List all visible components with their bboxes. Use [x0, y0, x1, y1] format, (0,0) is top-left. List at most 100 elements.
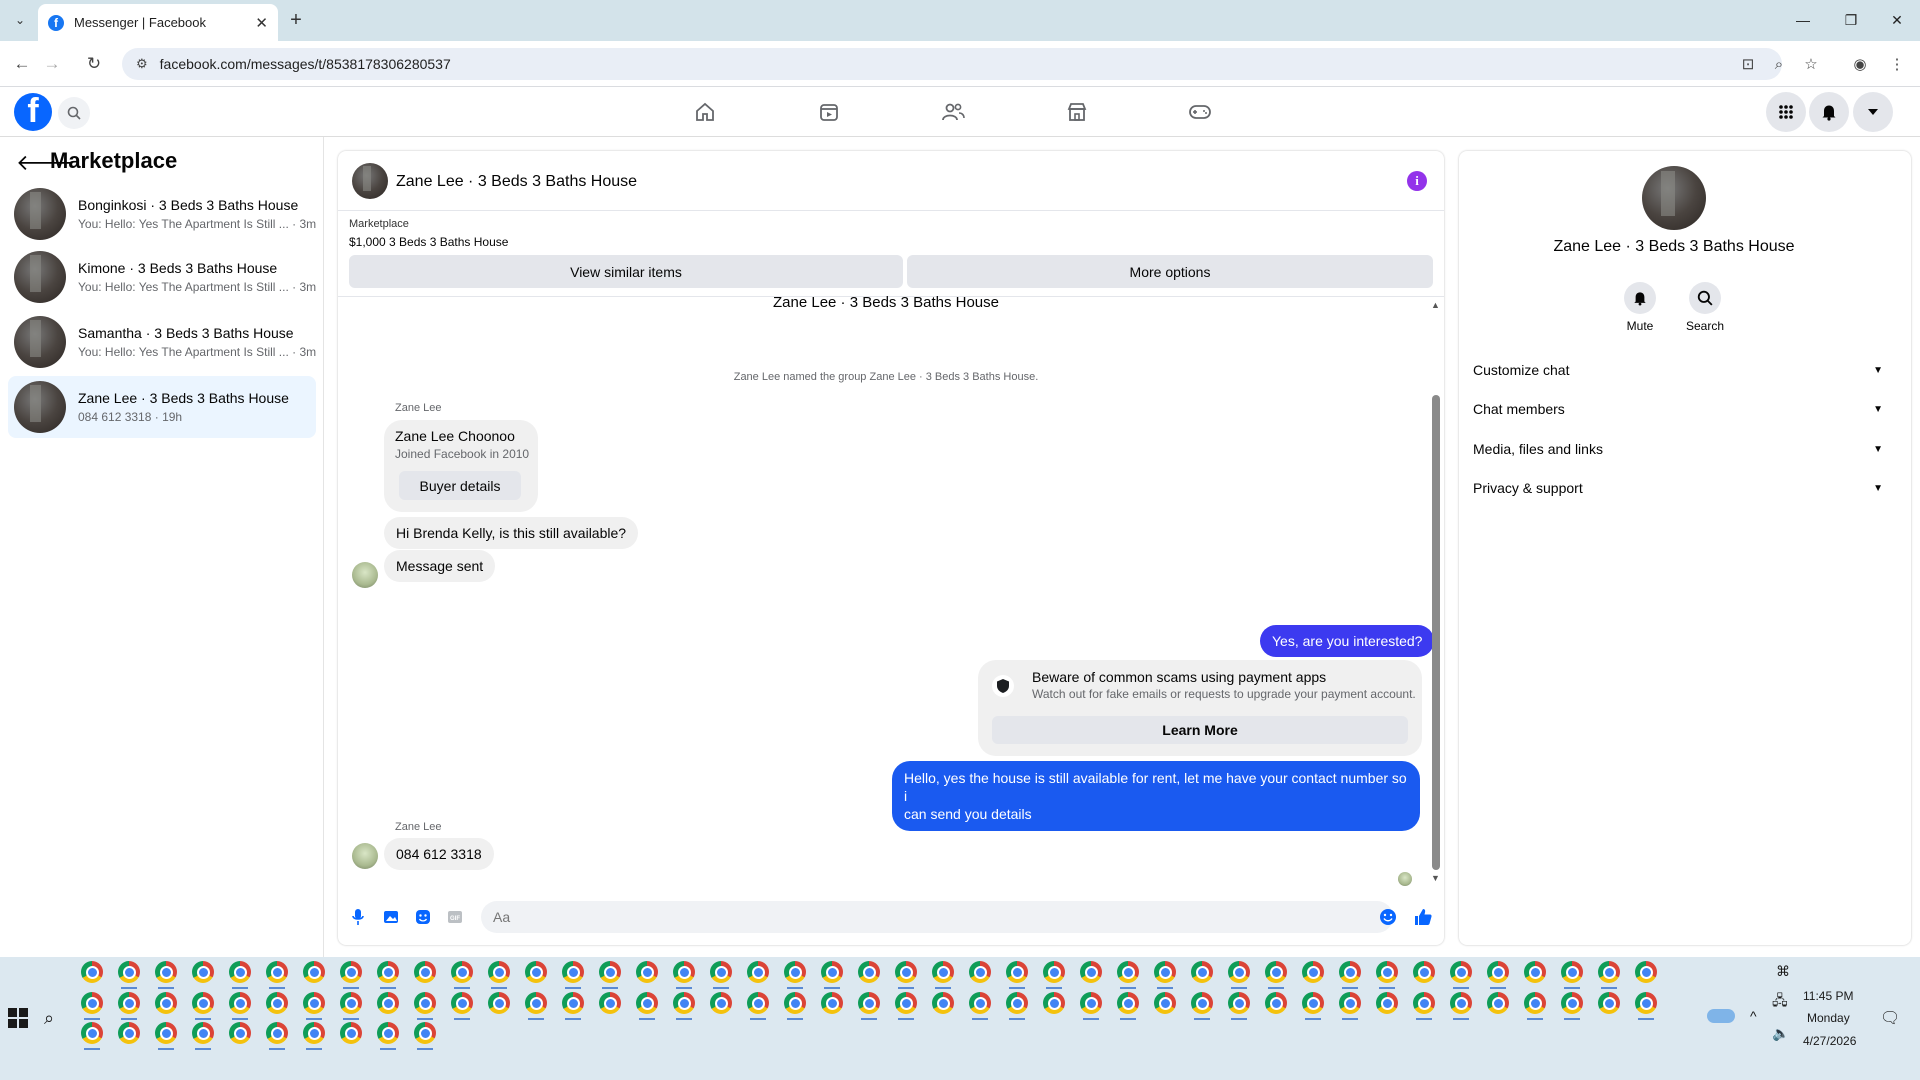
taskbar-app-icon[interactable]	[229, 961, 251, 983]
taskbar-app-icon[interactable]	[525, 992, 547, 1014]
taskbar-app-icon[interactable]	[414, 992, 436, 1014]
restore-button[interactable]: ❐	[1828, 0, 1874, 40]
microphone-icon[interactable]	[347, 906, 369, 928]
chat-scrollbar[interactable]	[1432, 395, 1440, 870]
sender-avatar[interactable]	[352, 562, 378, 588]
facebook-search-icon[interactable]	[58, 97, 90, 129]
conversation-item[interactable]: Kimone · 3 Beds 3 Baths House You: Hello…	[8, 246, 316, 308]
taskbar-app-icon[interactable]	[1487, 961, 1509, 983]
search-in-conversation-icon[interactable]	[1689, 282, 1721, 314]
taskbar-app-icon[interactable]	[1006, 961, 1028, 983]
taskbar-app-icon[interactable]	[414, 1022, 436, 1044]
taskbar-app-icon[interactable]	[451, 992, 473, 1014]
show-hidden-icons-chevron-icon[interactable]: ^	[1750, 1008, 1757, 1024]
taskbar-app-icon[interactable]	[1598, 961, 1620, 983]
incoming-message[interactable]: Message sent	[384, 550, 496, 582]
photo-icon[interactable]	[380, 906, 402, 928]
chat-header-name[interactable]: Zane Lee · 3 Beds 3 Baths House	[396, 173, 637, 191]
minimize-button[interactable]: —	[1780, 0, 1826, 40]
back-button[interactable]: ←	[8, 50, 36, 78]
gaming-icon[interactable]	[1180, 97, 1220, 127]
taskbar-app-icon[interactable]	[969, 992, 991, 1014]
windows-start-icon[interactable]	[8, 1008, 28, 1028]
taskbar-app-icon[interactable]	[1339, 961, 1361, 983]
taskbar-app-icon[interactable]	[340, 961, 362, 983]
taskbar-app-icon[interactable]	[1006, 992, 1028, 1014]
clock-day[interactable]: Monday	[1807, 1011, 1850, 1025]
taskbar-app-icon[interactable]	[525, 961, 547, 983]
taskbar-app-icon[interactable]	[118, 992, 140, 1014]
taskbar-app-icon[interactable]	[1524, 992, 1546, 1014]
video-icon[interactable]	[809, 97, 849, 127]
taskbar-app-icon[interactable]	[599, 961, 621, 983]
customize-chat-section[interactable]: Customize chat ▼	[1473, 358, 1883, 382]
taskbar-app-icon[interactable]	[377, 992, 399, 1014]
message-input[interactable]	[493, 909, 1393, 925]
taskbar-app-icon[interactable]	[1228, 961, 1250, 983]
details-avatar[interactable]	[1642, 166, 1706, 230]
mute-label[interactable]: Mute	[1610, 319, 1670, 333]
notification-center-icon[interactable]: 🗨	[1880, 1008, 1900, 1028]
outgoing-message[interactable]: Yes, are you interested?	[1260, 625, 1435, 657]
taskbar-app-icon[interactable]	[414, 961, 436, 983]
clock-date[interactable]: 4/27/2026	[1803, 1034, 1856, 1048]
buyer-details-button[interactable]: Buyer details	[399, 471, 521, 500]
taskbar-app-icon[interactable]	[932, 992, 954, 1014]
taskbar-app-icon[interactable]	[1080, 992, 1102, 1014]
taskbar-app-icon[interactable]	[1191, 961, 1213, 983]
new-tab-button[interactable]: +	[284, 8, 308, 32]
taskbar-app-icon[interactable]	[488, 992, 510, 1014]
taskbar-app-icon[interactable]	[266, 992, 288, 1014]
privacy-support-section[interactable]: Privacy & support ▼	[1473, 476, 1883, 500]
taskbar-app-icon[interactable]	[1635, 961, 1657, 983]
taskbar-app-icon[interactable]	[673, 961, 695, 983]
taskbar-app-icon[interactable]	[636, 992, 658, 1014]
forward-button[interactable]: →	[38, 50, 66, 78]
taskbar-app-icon[interactable]	[1376, 961, 1398, 983]
taskbar-app-icon[interactable]	[118, 961, 140, 983]
taskbar-app-icon[interactable]	[858, 961, 880, 983]
taskbar-app-icon[interactable]	[747, 992, 769, 1014]
taskbar-app-icon[interactable]	[81, 992, 103, 1014]
taskbar-app-icon[interactable]	[81, 1022, 103, 1044]
gif-icon[interactable]: GIF	[444, 906, 466, 928]
conversation-item[interactable]: Samantha · 3 Beds 3 Baths House You: Hel…	[8, 311, 316, 373]
taskbar-app-icon[interactable]	[1413, 992, 1435, 1014]
taskbar-app-icon[interactable]	[303, 1022, 325, 1044]
scroll-up-arrow-icon[interactable]: ▲	[1431, 300, 1440, 310]
more-options-button[interactable]: More options	[907, 255, 1433, 288]
taskbar-app-icon[interactable]	[155, 961, 177, 983]
taskbar-app-icon[interactable]	[932, 961, 954, 983]
conversation-item-active[interactable]: Zane Lee · 3 Beds 3 Baths House 084 612 …	[8, 376, 316, 438]
listing-price-title[interactable]: $1,000 3 Beds 3 Baths House	[349, 235, 508, 249]
taskbar-app-icon[interactable]	[821, 992, 843, 1014]
taskbar-app-icon[interactable]	[562, 961, 584, 983]
incoming-message[interactable]: Hi Brenda Kelly, is this still available…	[384, 517, 639, 549]
url-text[interactable]: facebook.com/messages/t/8538178306280537	[160, 56, 451, 72]
search-label[interactable]: Search	[1675, 319, 1735, 333]
profile-icon[interactable]: ◉	[1846, 50, 1874, 78]
taskbar-app-icon[interactable]	[377, 1022, 399, 1044]
taskbar-app-icon[interactable]	[895, 961, 917, 983]
browser-menu-icon[interactable]: ⋮	[1883, 50, 1911, 78]
taskbar-app-icon[interactable]	[1117, 961, 1139, 983]
account-dropdown-icon[interactable]	[1853, 92, 1893, 132]
taskbar-app-icon[interactable]	[451, 961, 473, 983]
taskbar-app-icon[interactable]	[1598, 992, 1620, 1014]
install-app-icon[interactable]: ⊡	[1734, 50, 1762, 78]
taskbar-app-icon[interactable]	[969, 961, 991, 983]
friends-icon[interactable]	[933, 97, 973, 127]
volume-icon[interactable]: 🔈	[1772, 1025, 1789, 1042]
chat-header-avatar[interactable]	[352, 163, 388, 199]
taskbar-app-icon[interactable]	[155, 1022, 177, 1044]
taskbar-app-icon[interactable]	[192, 961, 214, 983]
taskbar-app-icon[interactable]	[562, 992, 584, 1014]
tray-device-icon[interactable]: ⌘	[1776, 963, 1790, 980]
taskbar-app-icon[interactable]	[1561, 992, 1583, 1014]
taskbar-app-icon[interactable]	[81, 961, 103, 983]
taskbar-app-icon[interactable]	[229, 1022, 251, 1044]
taskbar-app-icon[interactable]	[266, 1022, 288, 1044]
tab-close-icon[interactable]: ✕	[255, 14, 268, 32]
scroll-down-arrow-icon[interactable]: ▼	[1431, 873, 1440, 883]
taskbar-app-icon[interactable]	[1043, 961, 1065, 983]
